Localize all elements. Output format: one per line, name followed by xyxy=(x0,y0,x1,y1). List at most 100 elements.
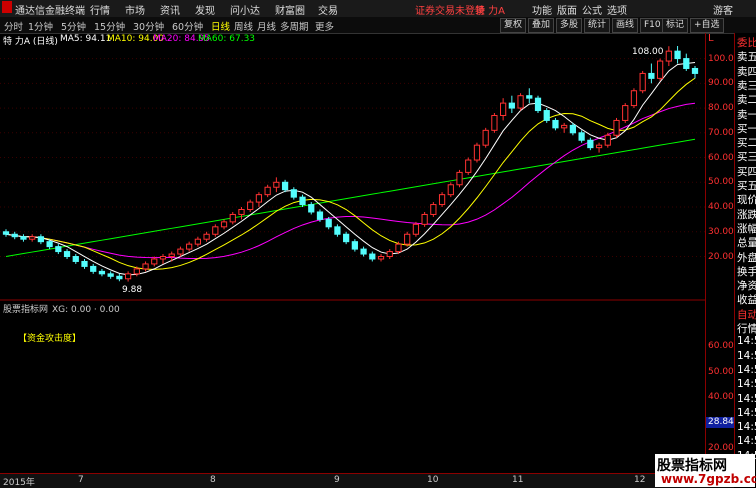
indicator-title: 股票指标网 xyxy=(3,303,48,315)
quote-panel-label: 自动 xyxy=(737,308,756,321)
price-tick: 50.00 xyxy=(708,177,734,188)
mark-button[interactable]: 标记 xyxy=(662,18,689,33)
price-tick: 90.00 xyxy=(708,78,734,89)
quote-panel-label: 现价 xyxy=(737,194,756,207)
menu-options[interactable]: 选项 xyxy=(607,2,627,17)
price-tick: 60.00 xyxy=(708,152,734,163)
period-30min[interactable]: 30分钟 xyxy=(133,19,164,33)
date-axis: 2015年 7 8 9 10 11 12 xyxy=(0,473,734,488)
price-tick: 80.00 xyxy=(708,103,734,114)
multistock-button[interactable]: 多股 xyxy=(556,18,583,33)
candle-up xyxy=(395,243,402,253)
ma20-line xyxy=(5,102,696,259)
candle-up xyxy=(377,256,385,260)
period-daily[interactable]: 日线 xyxy=(211,19,230,33)
candle-down xyxy=(2,231,10,235)
candle-down xyxy=(526,95,533,99)
candle-up xyxy=(500,102,507,116)
watermark: 股票指标网 www.7gpzb.com xyxy=(655,454,756,487)
candle-down xyxy=(98,270,106,275)
ma5-value: MA5: 94.11 xyxy=(60,34,112,44)
period-1min[interactable]: 1分钟 xyxy=(28,19,53,33)
menu-market[interactable]: 市场 xyxy=(125,2,145,17)
candle-up xyxy=(168,253,175,258)
candle-down xyxy=(116,275,123,280)
menu-ask[interactable]: 问小达 xyxy=(230,2,260,17)
period-15min[interactable]: 15分钟 xyxy=(94,19,125,33)
period-intraday[interactable]: 分时 xyxy=(4,19,23,33)
candle-up xyxy=(386,251,393,258)
menu-quotes[interactable]: 行情 xyxy=(90,2,110,17)
price-tick: 30.00 xyxy=(708,226,734,237)
month-label: 7 xyxy=(78,475,84,485)
candle-up xyxy=(561,124,568,129)
period-multi[interactable]: 多周期 xyxy=(280,19,309,33)
candle-down xyxy=(308,204,315,213)
quote-panel-label: 卖五 xyxy=(737,51,756,64)
f10-button[interactable]: F10 xyxy=(640,18,665,33)
quote-panel-label: 委比 xyxy=(737,37,756,49)
overlay-button[interactable]: 叠加 xyxy=(528,18,555,33)
quote-panel-label: 14:50 xyxy=(737,378,756,391)
menu-layout[interactable]: 版面 xyxy=(557,2,577,17)
period-monthly[interactable]: 月线 xyxy=(257,19,276,33)
quote-panel-label: 14:50 xyxy=(737,392,756,405)
candle-up xyxy=(273,181,280,188)
period-more[interactable]: 更多 xyxy=(315,19,334,33)
quote-panel-label: 14:50 xyxy=(737,363,756,376)
candle-down xyxy=(11,233,18,238)
candle-up xyxy=(438,194,446,206)
candle-down xyxy=(343,233,350,243)
draw-button[interactable]: 画线 xyxy=(612,18,639,33)
menu-discover[interactable]: 发现 xyxy=(195,2,215,17)
candle-down xyxy=(72,256,79,262)
candle-down xyxy=(290,189,297,198)
candle-up xyxy=(142,263,149,270)
candle-down xyxy=(683,58,690,69)
candle-up xyxy=(447,184,454,196)
menu-formula[interactable]: 公式 xyxy=(582,2,602,17)
candle-up xyxy=(656,60,664,79)
month-label: 10 xyxy=(427,475,439,485)
guest-user[interactable]: 游客 xyxy=(713,2,733,17)
ma60-value: MA60: 67.33 xyxy=(198,34,256,44)
period-60min[interactable]: 60分钟 xyxy=(172,19,203,33)
quote-panel-label: 收益 xyxy=(737,294,756,307)
menu-wealth[interactable]: 财富圈 xyxy=(275,2,305,17)
candle-up xyxy=(604,134,611,146)
ma20-path xyxy=(5,102,696,259)
menu-function[interactable]: 功能 xyxy=(532,2,552,17)
candle-up xyxy=(456,171,463,186)
ma60-line xyxy=(5,138,696,258)
period-toolbar: 分时 1分钟 5分钟 15分钟 30分钟 60分钟 日线 周线 月线 多周期 更… xyxy=(0,17,756,34)
ma-info-bar: 特 力A (日线) MA5: 94.11 MA10: 94.00 MA20: 8… xyxy=(0,33,705,47)
candle-down xyxy=(569,124,577,134)
watermark-url: www.7gpzb.com xyxy=(661,472,756,486)
add-watchlist-button[interactable]: +自选 xyxy=(690,18,724,33)
candle-up xyxy=(465,159,472,173)
candle-up xyxy=(212,226,219,235)
menu-news[interactable]: 资讯 xyxy=(160,2,180,17)
period-5min[interactable]: 5分钟 xyxy=(61,19,86,33)
price-tick: 70.00 xyxy=(708,127,734,138)
stats-button[interactable]: 统计 xyxy=(584,18,611,33)
price-axis: L 100.00 90.00 80.00 70.00 60.00 50.00 40.00 30… xyxy=(705,33,740,487)
candle-down xyxy=(90,265,97,272)
candle-up xyxy=(186,243,193,250)
quote-panel-label: 净资 xyxy=(737,280,756,293)
menu-trade[interactable]: 交易 xyxy=(318,2,338,17)
period-weekly[interactable]: 周线 xyxy=(234,19,253,33)
ma60-path xyxy=(5,138,696,258)
candle-down xyxy=(351,241,358,250)
quote-panel-label: 14:50 xyxy=(737,406,756,419)
candle-down xyxy=(543,110,550,121)
price-tick: 20.00 xyxy=(708,251,734,262)
candle-up xyxy=(247,201,254,211)
quote-panel-label: 14:50 xyxy=(737,421,756,434)
adjust-button[interactable]: 复权 xyxy=(500,18,527,33)
candle-down xyxy=(334,226,341,235)
quote-panel-label: 外盘 xyxy=(737,251,756,264)
quote-panel-label: 卖三 xyxy=(737,79,756,92)
indicator-tick: 50.00 xyxy=(708,366,734,377)
kline-chart[interactable]: 108.00 9.88 股票指标网 XG: 0.00 · 0.00 【资金攻击度… xyxy=(0,46,705,466)
